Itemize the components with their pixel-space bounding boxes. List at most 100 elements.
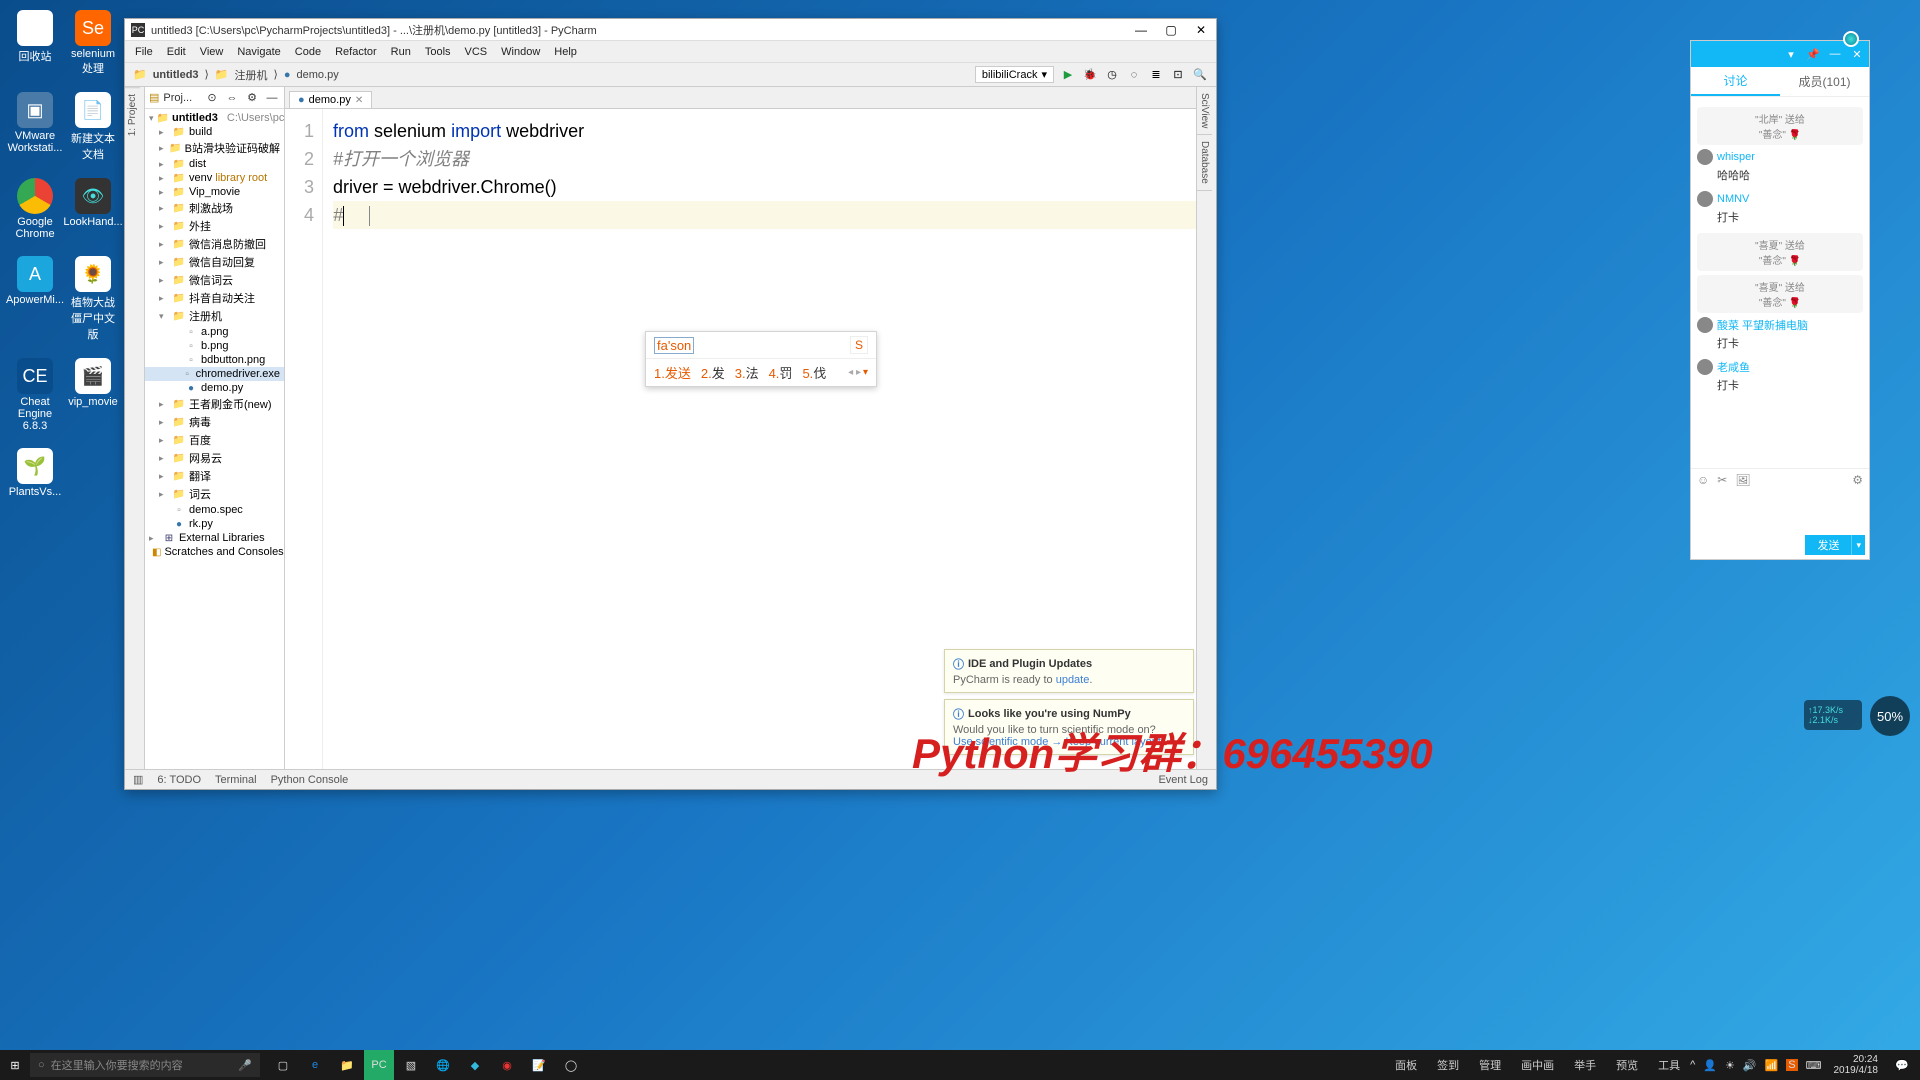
tree-item[interactable]: ▸📁venv library root [145, 171, 284, 185]
desktop-icon-plants[interactable]: 🌱PlantsVs... [10, 448, 60, 498]
menu-run[interactable]: Run [391, 46, 411, 58]
tree-item[interactable]: ▸📁病毒 [145, 413, 284, 431]
tree-item[interactable]: ▫bdbutton.png [145, 353, 284, 367]
desktop-icon-pvz[interactable]: 🌻植物大战僵尸中文版 [68, 256, 118, 342]
run-button[interactable]: ▶ [1060, 67, 1076, 83]
ime-candidate[interactable]: 5.伐 [802, 363, 826, 382]
chat-min-icon[interactable]: — [1827, 46, 1843, 62]
desktop-icon-vip[interactable]: 🎬vip_movie [68, 358, 118, 432]
tree-item[interactable]: ▸📁dist [145, 157, 284, 171]
tray-up-icon[interactable]: ^ [1690, 1059, 1695, 1071]
taskbar-search[interactable]: ○ 在这里输入你要搜索的内容 🎤 [30, 1053, 260, 1077]
tree-item[interactable]: ▸📁翻译 [145, 467, 284, 485]
chat-close-icon[interactable]: ✕ [1849, 46, 1865, 62]
chat-textarea[interactable] [1691, 491, 1869, 531]
debug-button[interactable]: 🐞 [1082, 67, 1098, 83]
notif-numpy[interactable]: ⓘLooks like you're using NumPy Would you… [944, 699, 1194, 755]
tb-app-icon[interactable]: ◉ [492, 1050, 522, 1080]
menu-refactor[interactable]: Refactor [335, 46, 377, 58]
tray-ime-icon[interactable]: S [1786, 1059, 1797, 1071]
minimize-button[interactable]: — [1126, 19, 1156, 41]
ime-candidate[interactable]: 1.发送 [654, 363, 691, 382]
chat-down-icon[interactable]: ▾ [1783, 46, 1799, 62]
tree-root[interactable]: ▾📁untitled3 C:\Users\pc\Pych [145, 111, 284, 125]
ime-candidate[interactable]: 4.罚 [769, 363, 793, 382]
desktop-icon-recycle[interactable]: 🗑回收站 [10, 10, 60, 76]
tray-people-icon[interactable]: 👤 [1703, 1059, 1717, 1072]
crumb-file[interactable]: demo.py [297, 69, 339, 81]
taskview-icon[interactable]: ▢ [268, 1050, 298, 1080]
tb-pycharm-icon[interactable]: PC [364, 1050, 394, 1080]
tree-item[interactable]: ▫b.png [145, 339, 284, 353]
tree-item[interactable]: ▫a.png [145, 325, 284, 339]
tree-item[interactable]: ▸📁词云 [145, 485, 284, 503]
tree-item[interactable]: ▸📁抖音自动关注 [145, 289, 284, 307]
tab-demo[interactable]: ●demo.py✕ [289, 91, 372, 108]
run-config-dropdown[interactable]: bilibiliCrack ▾ [975, 66, 1054, 83]
desktop-icon-chrome[interactable]: Google Chrome [10, 178, 60, 240]
tb-edge-icon[interactable]: e [300, 1050, 330, 1080]
send-dropdown[interactable]: ▾ [1851, 535, 1865, 555]
ime-candidate[interactable]: 3.法 [735, 363, 759, 382]
system-tray[interactable]: ^ 👤 ☀ 🔊 📶 S ⌨ [1690, 1059, 1827, 1072]
mid-tool[interactable]: 签到 [1437, 1057, 1459, 1073]
gear-icon[interactable]: ⚙ [1852, 473, 1863, 487]
profile-button[interactable]: ◌ [1126, 67, 1142, 83]
taskbar-clock[interactable]: 20:24 2019/4/18 [1828, 1054, 1885, 1076]
chat-username[interactable]: NMNV [1717, 193, 1749, 205]
mid-tool[interactable]: 预览 [1616, 1057, 1638, 1073]
tab-discuss[interactable]: 讨论 [1691, 67, 1780, 96]
close-icon[interactable]: ✕ [355, 95, 363, 106]
tray-net-icon[interactable]: 🔊 [1743, 1059, 1757, 1072]
tray-batt-icon[interactable]: ⌨ [1806, 1059, 1822, 1072]
desktop-icon-selenium[interactable]: Seselenium处理 [68, 10, 118, 76]
desktop-icon-apower[interactable]: AApowerMi... [10, 256, 60, 342]
project-tool-tab[interactable]: 1: Project [125, 87, 140, 142]
chat-body[interactable]: "北岸" 送给"善念" 🌹 whisper哈哈哈 NMNV打卡 "喜夏" 送给"… [1691, 97, 1869, 468]
tb-app-icon[interactable]: 🌐 [428, 1050, 458, 1080]
tree-item[interactable]: ▸📁微信消息防撤回 [145, 235, 284, 253]
coverage-button[interactable]: ◷ [1104, 67, 1120, 83]
tree-external-libs[interactable]: ▸⊞External Libraries [145, 531, 284, 545]
tree-item[interactable]: ▸📁外挂 [145, 217, 284, 235]
menu-tools[interactable]: Tools [425, 46, 451, 58]
tb-chrome-icon[interactable]: ◯ [556, 1050, 586, 1080]
settings-icon[interactable]: ⚙ [244, 90, 260, 106]
desktop-icon-lookhand[interactable]: 👁LookHand... [68, 178, 118, 240]
notif-update[interactable]: ⓘIDE and Plugin Updates PyCharm is ready… [944, 649, 1194, 693]
crumb-root[interactable]: untitled3 [153, 69, 199, 81]
menu-view[interactable]: View [200, 46, 224, 58]
collapse-icon[interactable]: ⇔ [224, 90, 240, 106]
status-indicator-icon[interactable]: ▥ [133, 773, 143, 786]
mid-tool[interactable]: 工具 [1658, 1057, 1680, 1073]
menu-file[interactable]: File [135, 46, 153, 58]
tree-item[interactable]: ▸📁网易云 [145, 449, 284, 467]
tree-item[interactable]: ●demo.py [145, 381, 284, 395]
status-pyconsole[interactable]: Python Console [271, 774, 349, 786]
tb-app-icon[interactable]: 📝 [524, 1050, 554, 1080]
tb-explorer-icon[interactable]: 📁 [332, 1050, 362, 1080]
desktop-icon-cheat[interactable]: CECheat Engine 6.8.3 [10, 358, 60, 432]
tb-app-icon[interactable]: ◆ [460, 1050, 490, 1080]
tree-item[interactable]: ▸📁微信自动回复 [145, 253, 284, 271]
chat-avatar[interactable] [1843, 31, 1859, 47]
tree-item[interactable]: ▸📁王者刷金币(new) [145, 395, 284, 413]
menu-window[interactable]: Window [501, 46, 540, 58]
menu-code[interactable]: Code [295, 46, 321, 58]
ime-nav[interactable]: ◂ ▸ ▾ [848, 367, 868, 378]
menu-edit[interactable]: Edit [167, 46, 186, 58]
mid-tool[interactable]: 画中画 [1521, 1057, 1554, 1073]
tree-item[interactable]: ▸📁Vip_movie [145, 185, 284, 199]
tab-members[interactable]: 成员(101) [1780, 67, 1869, 96]
tree-item[interactable]: ▸📁微信词云 [145, 271, 284, 289]
update-button[interactable]: ⊡ [1170, 67, 1186, 83]
tree-item[interactable]: ▸📁build [145, 125, 284, 139]
tree-item[interactable]: ▸📁百度 [145, 431, 284, 449]
chat-username[interactable]: 酸菜 平望新捕电脑 [1717, 317, 1808, 333]
maximize-button[interactable]: ▢ [1156, 19, 1186, 41]
tree-item[interactable]: ▾📁注册机 [145, 307, 284, 325]
tree-item[interactable]: ▸📁B站滑块验证码破解 [145, 139, 284, 157]
mid-tool[interactable]: 举手 [1574, 1057, 1596, 1073]
chat-username[interactable]: whisper [1717, 151, 1755, 163]
locate-icon[interactable]: ⊙ [204, 90, 220, 106]
